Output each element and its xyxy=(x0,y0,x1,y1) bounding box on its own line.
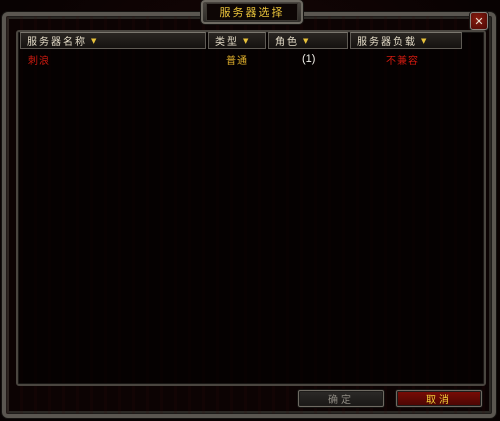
column-header-characters[interactable]: 角色 ▼ xyxy=(268,32,348,49)
dialog-title: 服务器选择 xyxy=(206,3,298,21)
column-header-label: 类型 xyxy=(215,37,239,48)
server-list: 服务器名称 ▼ 类型 ▼ 角色 ▼ 服务器负载 ▼ 刺浪 普通 (1) 不兼容 xyxy=(16,30,486,386)
confirm-button[interactable]: 确定 xyxy=(298,390,384,407)
sort-arrow-icon: ▼ xyxy=(303,36,309,45)
server-name: 刺浪 xyxy=(28,55,50,67)
column-header-label: 角色 xyxy=(275,37,299,48)
column-header-server-name[interactable]: 服务器名称 ▼ xyxy=(20,32,206,49)
column-header-label: 服务器负载 xyxy=(357,37,417,48)
column-header-server-load[interactable]: 服务器负载 ▼ xyxy=(350,32,462,49)
cancel-button[interactable]: 取消 xyxy=(396,390,482,407)
server-load-status: 不兼容 xyxy=(386,55,419,67)
column-header-label: 服务器名称 xyxy=(27,37,87,48)
server-row[interactable]: 刺浪 普通 (1) 不兼容 xyxy=(20,52,476,67)
sort-arrow-icon: ▼ xyxy=(91,36,97,45)
close-button[interactable]: ✕ xyxy=(470,12,488,30)
server-type: 普通 xyxy=(226,55,248,67)
sort-arrow-icon: ▼ xyxy=(421,36,427,45)
sort-arrow-icon: ▼ xyxy=(243,36,249,45)
character-count: (1) xyxy=(302,53,316,65)
dialog-title-plate: 服务器选择 xyxy=(201,0,303,24)
close-icon: ✕ xyxy=(474,14,484,28)
column-header-type[interactable]: 类型 ▼ xyxy=(208,32,266,49)
